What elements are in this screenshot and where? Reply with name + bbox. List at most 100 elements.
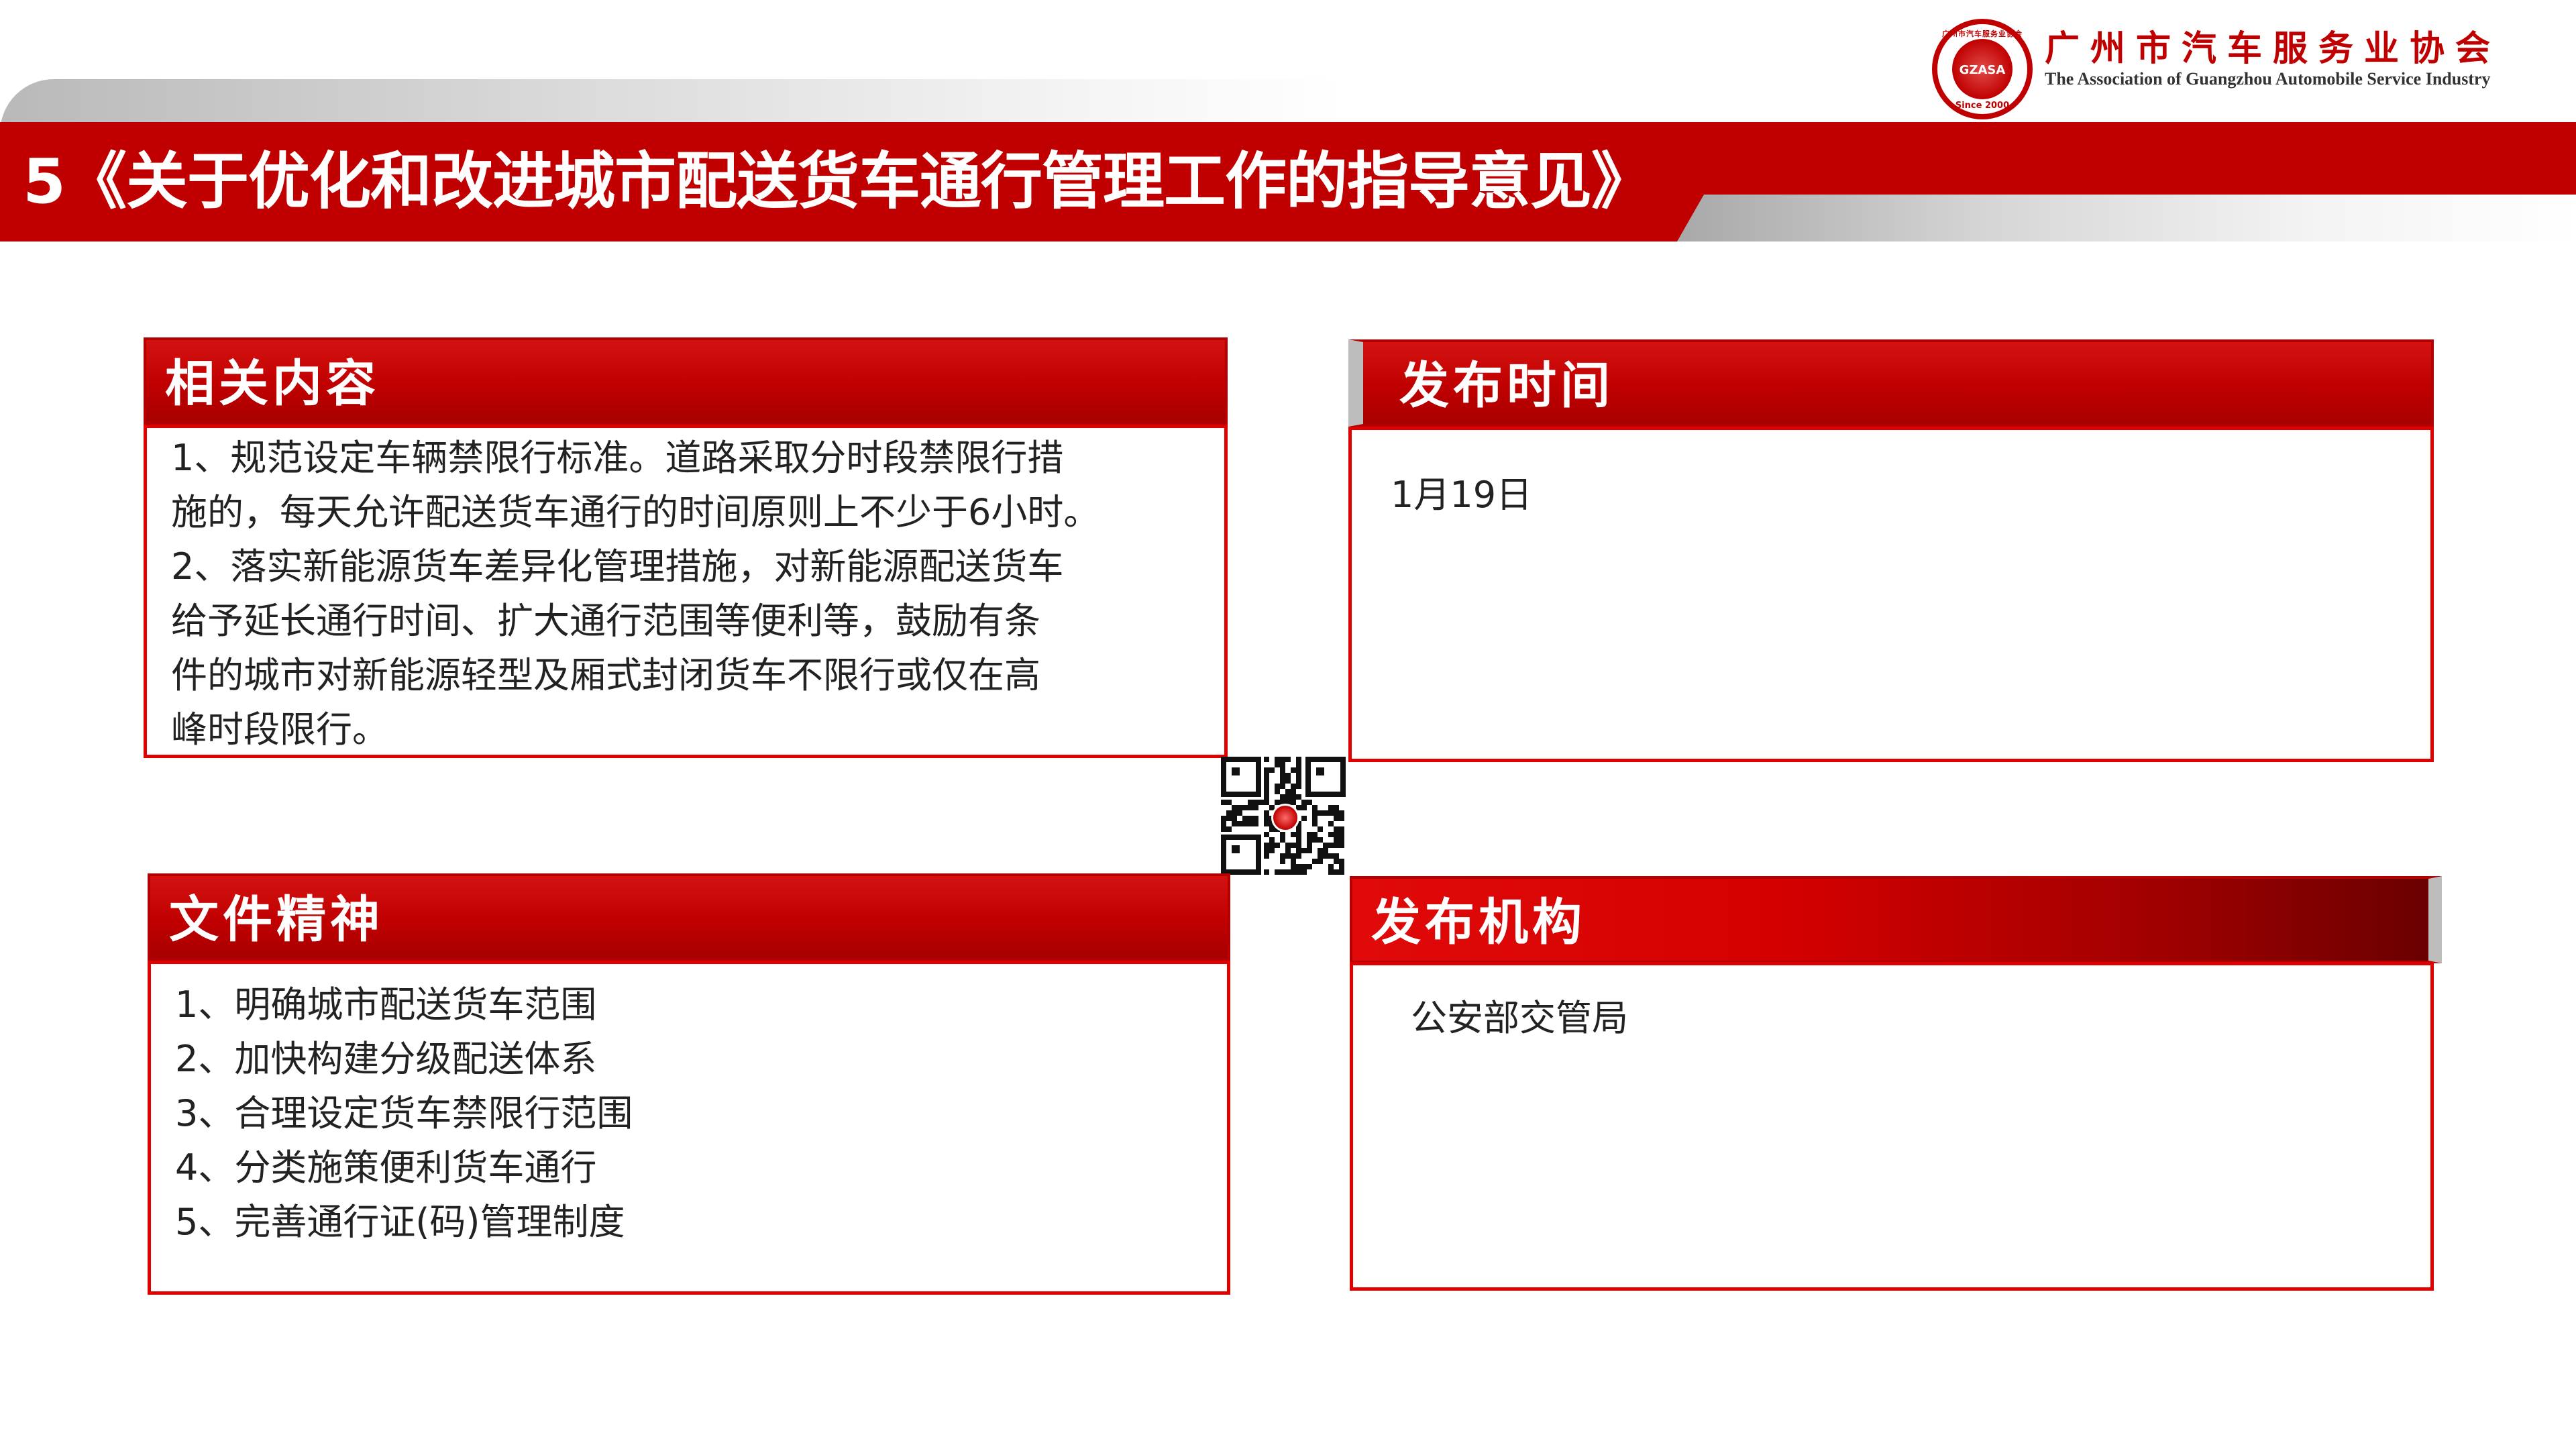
- qr-finder-top-left: [1221, 757, 1261, 797]
- qr-module: [1339, 869, 1344, 875]
- qr-module: [1237, 821, 1242, 826]
- qr-module: [1221, 816, 1226, 821]
- qr-module: [1291, 789, 1296, 794]
- qr-module: [1291, 869, 1296, 875]
- qr-module: [1221, 800, 1226, 805]
- issuing-org-body: 公安部交管局: [1350, 962, 2434, 1291]
- qr-module: [1328, 810, 1334, 816]
- qr-module: [1285, 778, 1291, 784]
- seal-mid-text: GZASA: [1959, 63, 2006, 77]
- qr-module: [1307, 800, 1312, 805]
- qr-module: [1269, 826, 1275, 832]
- related-content-header: 相关内容: [144, 337, 1228, 425]
- qr-module: [1232, 816, 1237, 821]
- qr-module: [1280, 784, 1285, 789]
- qr-module: [1291, 832, 1296, 837]
- qr-module: [1312, 832, 1318, 837]
- qr-module: [1285, 773, 1291, 778]
- qr-module: [1291, 794, 1296, 800]
- qr-module: [1339, 832, 1344, 837]
- qr-module: [1312, 821, 1318, 826]
- qr-module: [1226, 810, 1232, 816]
- related-line-2: 施的，每天允许配送货车通行的时间原则上不少于6小时。: [171, 491, 1100, 533]
- qr-module: [1296, 767, 1301, 773]
- qr-module: [1334, 832, 1339, 837]
- qr-module: [1253, 805, 1258, 810]
- qr-module: [1318, 837, 1323, 843]
- qr-module: [1285, 843, 1291, 848]
- qr-module: [1307, 837, 1312, 843]
- qr-module: [1248, 800, 1253, 805]
- qr-module: [1334, 837, 1339, 843]
- qr-module: [1312, 859, 1318, 864]
- qr-module: [1291, 767, 1296, 773]
- qr-module: [1264, 757, 1269, 762]
- qr-module: [1301, 800, 1307, 805]
- qr-module: [1280, 762, 1285, 767]
- qr-module: [1318, 853, 1323, 859]
- qr-module: [1264, 832, 1269, 837]
- qr-module: [1275, 789, 1280, 794]
- qr-module: [1296, 826, 1301, 832]
- qr-module: [1264, 767, 1269, 773]
- release-time-body: 1月19日: [1348, 427, 2434, 762]
- qr-module: [1264, 773, 1269, 778]
- qr-module: [1264, 789, 1269, 794]
- qr-module: [1307, 848, 1312, 853]
- qr-module: [1291, 864, 1296, 869]
- release-time-header: 发布时间: [1348, 339, 2434, 427]
- qr-module: [1264, 853, 1269, 859]
- qr-module: [1269, 837, 1275, 843]
- qr-module: [1280, 832, 1285, 837]
- qr-module: [1296, 843, 1301, 848]
- issuing-org-value: 公安部交管局: [1411, 997, 1628, 1039]
- related-line-6: 峰时段限行。: [171, 708, 388, 751]
- qr-module: [1280, 853, 1285, 859]
- qr-module: [1307, 843, 1312, 848]
- qr-module: [1296, 778, 1301, 784]
- qr-module: [1318, 848, 1323, 853]
- qr-module: [1296, 832, 1301, 837]
- qr-module: [1328, 869, 1334, 875]
- qr-module: [1264, 821, 1269, 826]
- qr-module: [1323, 848, 1328, 853]
- qr-module: [1334, 843, 1339, 848]
- qr-module: [1296, 773, 1301, 778]
- qr-module: [1323, 843, 1328, 848]
- qr-module: [1296, 869, 1301, 875]
- related-line-4: 给予延长通行时间、扩大通行范围等便利等，鼓励有条: [171, 600, 1040, 642]
- qr-module: [1339, 859, 1344, 864]
- qr-module: [1334, 805, 1339, 810]
- qr-module: [1264, 784, 1269, 789]
- qr-module: [1248, 805, 1253, 810]
- qr-module: [1296, 762, 1301, 767]
- qr-module: [1334, 869, 1339, 875]
- association-seal-logo: 广州市汽车服务业协会 GZASA Since 2000: [1932, 19, 2033, 119]
- qr-module: [1328, 864, 1334, 869]
- qr-module: [1301, 869, 1307, 875]
- spirit-line-3: 3、合理设定货车禁限行范围: [175, 1092, 633, 1134]
- qr-module: [1339, 864, 1344, 869]
- qr-module: [1248, 821, 1253, 826]
- qr-module: [1312, 810, 1318, 816]
- qr-module: [1323, 853, 1328, 859]
- page-title: 5《关于优化和改进城市配送货车通行管理工作的指导意见》: [23, 146, 1653, 217]
- qr-module: [1242, 816, 1248, 821]
- qr-module: [1296, 837, 1301, 843]
- qr-module: [1280, 757, 1285, 762]
- qr-module: [1264, 800, 1269, 805]
- qr-module: [1285, 869, 1291, 875]
- qr-module: [1232, 805, 1237, 810]
- spirit-line-5: 5、完善通行证(码)管理制度: [175, 1201, 625, 1243]
- qr-module: [1242, 805, 1248, 810]
- issuing-org-header: 发布机构: [1350, 876, 2442, 963]
- qr-module: [1312, 805, 1318, 810]
- qr-module: [1264, 816, 1269, 821]
- qr-module: [1280, 794, 1285, 800]
- qr-module: [1221, 821, 1226, 826]
- spirit-line-4: 4、分类施策便利货车通行: [175, 1146, 597, 1189]
- related-line-5: 件的城市对新能源轻型及厢式封闭货车不限行或仅在高: [171, 654, 1040, 696]
- qr-module: [1301, 848, 1307, 853]
- qr-module: [1339, 810, 1344, 816]
- qr-module: [1291, 853, 1296, 859]
